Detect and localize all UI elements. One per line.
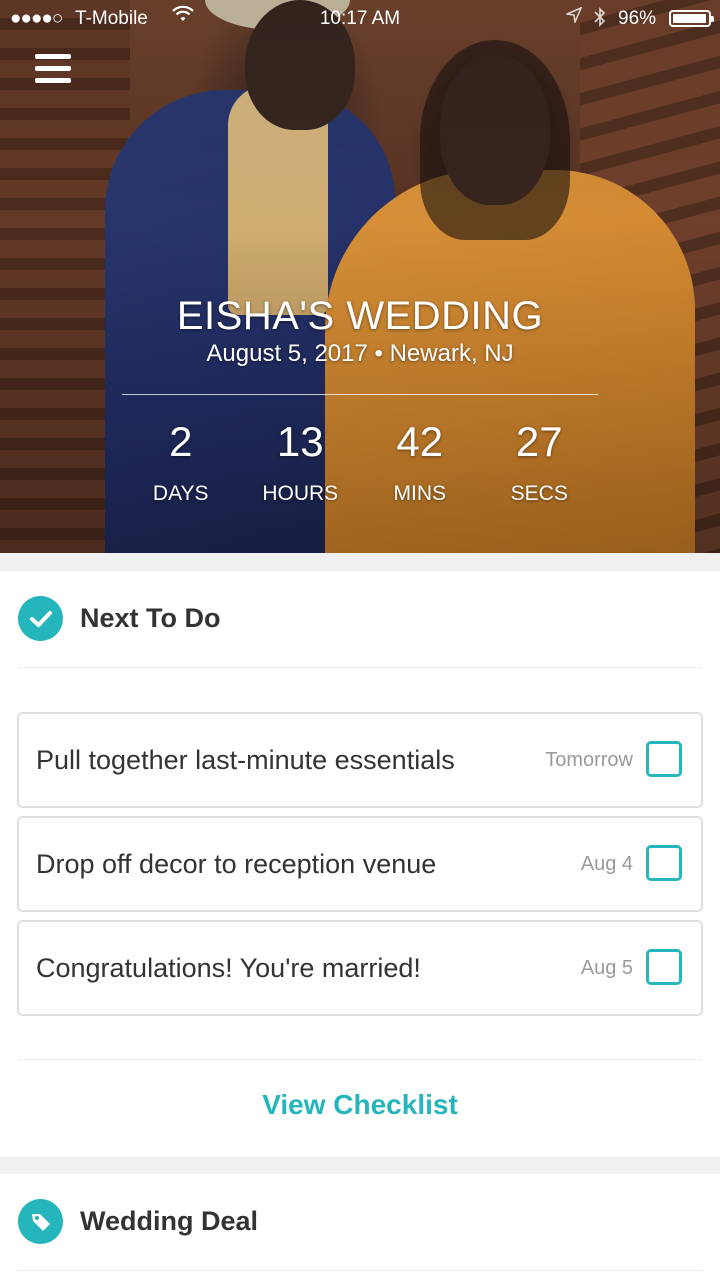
section-title: Wedding Deal	[80, 1206, 259, 1236]
divider	[18, 1270, 702, 1271]
countdown-mins: 42 MINS	[360, 418, 480, 506]
divider	[122, 394, 598, 395]
battery-icon	[669, 10, 714, 27]
countdown-value: 13	[276, 418, 324, 465]
countdown-value: 27	[515, 418, 563, 465]
countdown-hours: 13 HOURS	[241, 418, 361, 506]
todo-checkbox[interactable]	[646, 949, 682, 985]
todo-task: Drop off decor to reception venue	[36, 849, 437, 879]
countdown-days: 2 DAYS	[121, 418, 241, 506]
todo-due-date: Aug 5	[580, 957, 633, 979]
countdown-value: 42	[396, 418, 444, 465]
next-to-do-card: Next To Do Pull together last-minute ess…	[0, 571, 720, 1157]
todo-item[interactable]: Congratulations! You're married! Aug 5	[17, 920, 703, 1016]
todo-item[interactable]: Drop off decor to reception venue Aug 4	[17, 816, 703, 912]
divider	[18, 1059, 702, 1060]
section-title: Next To Do	[80, 603, 221, 633]
todo-due-date: Aug 4	[580, 853, 633, 875]
countdown-label: MINS	[393, 482, 447, 505]
clock: 10:17 AM	[319, 8, 401, 29]
todo-checkbox[interactable]	[646, 741, 682, 777]
countdown-value: 2	[169, 418, 193, 465]
wedding-deal-header: Wedding Deal	[18, 1199, 258, 1244]
checkmark-circle-icon	[18, 596, 63, 641]
next-to-do-header: Next To Do	[18, 596, 221, 641]
hamburger-menu-icon[interactable]	[35, 54, 71, 86]
tag-icon	[18, 1199, 63, 1244]
todo-checkbox[interactable]	[646, 845, 682, 881]
wedding-deal-card: Wedding Deal	[0, 1174, 720, 1280]
wedding-date-location: August 5, 2017 • Newark, NJ	[206, 340, 514, 367]
todo-task: Congratulations! You're married!	[36, 953, 421, 983]
todo-item[interactable]: Pull together last-minute essentials Tom…	[17, 712, 703, 808]
countdown-secs: 27 SECS	[480, 418, 600, 506]
todo-due-date: Tomorrow	[545, 749, 633, 771]
countdown-label: DAYS	[152, 482, 209, 505]
battery-percent: 96%	[618, 8, 657, 29]
status-bar: ●●●●○ T-Mobile 10:17 AM 96%	[0, 0, 720, 36]
wedding-title: EISHA'S WEDDING	[176, 294, 544, 338]
todo-task: Pull together last-minute essentials	[36, 745, 455, 775]
countdown-label: HOURS	[262, 482, 339, 505]
countdown: 2 DAYS 13 HOURS 42 MINS 27 SECS	[121, 418, 599, 506]
view-checklist-link[interactable]: View Checklist	[0, 1089, 720, 1121]
location-icon	[564, 6, 583, 28]
divider	[18, 667, 702, 668]
countdown-label: SECS	[510, 482, 568, 505]
bluetooth-icon	[594, 7, 606, 32]
